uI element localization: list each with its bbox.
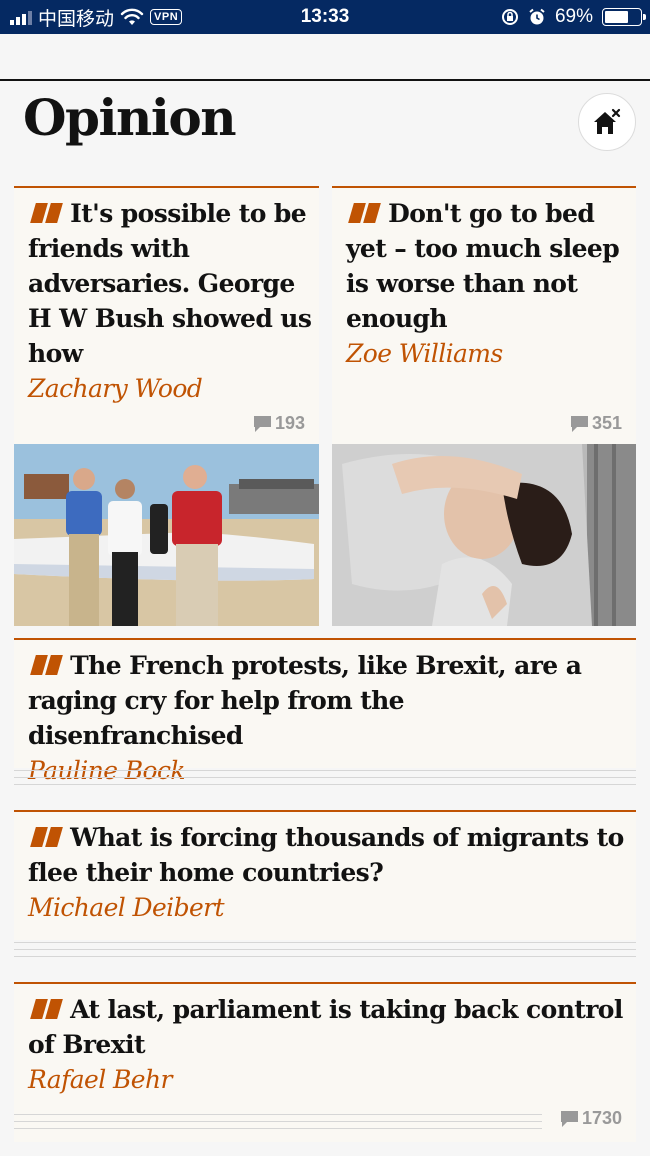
quote-mark-icon: [28, 203, 63, 223]
comment-icon: [560, 1110, 578, 1127]
comment-count[interactable]: 193: [253, 413, 305, 434]
article-headline: It's possible to be friends with adversa…: [28, 199, 312, 368]
quote-mark-icon: [28, 827, 63, 847]
cellular-signal-icon: [10, 9, 32, 25]
article-headline: What is forcing thousands of migrants to…: [28, 823, 624, 887]
carrier-name: 中国移动: [38, 8, 115, 30]
article-card[interactable]: What is forcing thousands of migrants to…: [14, 810, 636, 940]
home-icon: [594, 108, 621, 134]
article-headline: Don't go to bed yet – too much sleep is …: [346, 199, 620, 333]
article-headline: At last, parliament is taking back contr…: [28, 995, 623, 1059]
page-title: Opinion: [23, 88, 237, 147]
article-card[interactable]: Don't go to bed yet – too much sleep is …: [332, 186, 636, 626]
comment-icon: [253, 415, 271, 432]
article-headline: The French protests, like Brexit, are a …: [28, 651, 582, 750]
vpn-badge: VPN: [150, 9, 183, 25]
comment-count[interactable]: 1730: [560, 1108, 622, 1129]
article-image[interactable]: [14, 444, 319, 626]
battery-percent: 69%: [554, 6, 593, 27]
status-bar: 中国移动 VPN 13:33 69%: [0, 0, 650, 34]
article-byline[interactable]: Zoe Williams: [346, 336, 626, 371]
article-byline[interactable]: Rafael Behr: [28, 1062, 624, 1097]
wifi-icon: [120, 8, 144, 25]
quote-mark-icon: [28, 999, 63, 1019]
alarm-icon: [529, 8, 545, 25]
article-image[interactable]: [332, 444, 636, 626]
section-divider: [14, 1114, 542, 1135]
quote-mark-icon: [346, 203, 381, 223]
home-button[interactable]: [578, 93, 636, 151]
section-divider: [14, 942, 636, 963]
header-divider: [0, 79, 650, 81]
battery-icon: [602, 8, 646, 26]
comment-count[interactable]: 351: [570, 413, 622, 434]
section-divider: [14, 770, 636, 791]
article-byline[interactable]: Michael Deibert: [28, 890, 624, 925]
article-card[interactable]: At last, parliament is taking back contr…: [14, 982, 636, 1142]
comment-icon: [570, 415, 588, 432]
article-byline[interactable]: Zachary Wood: [28, 371, 312, 406]
quote-mark-icon: [28, 655, 63, 675]
article-card[interactable]: It's possible to be friends with adversa…: [14, 186, 319, 626]
rotation-lock-icon: [501, 9, 518, 25]
article-card[interactable]: The French protests, like Brexit, are a …: [14, 638, 636, 785]
